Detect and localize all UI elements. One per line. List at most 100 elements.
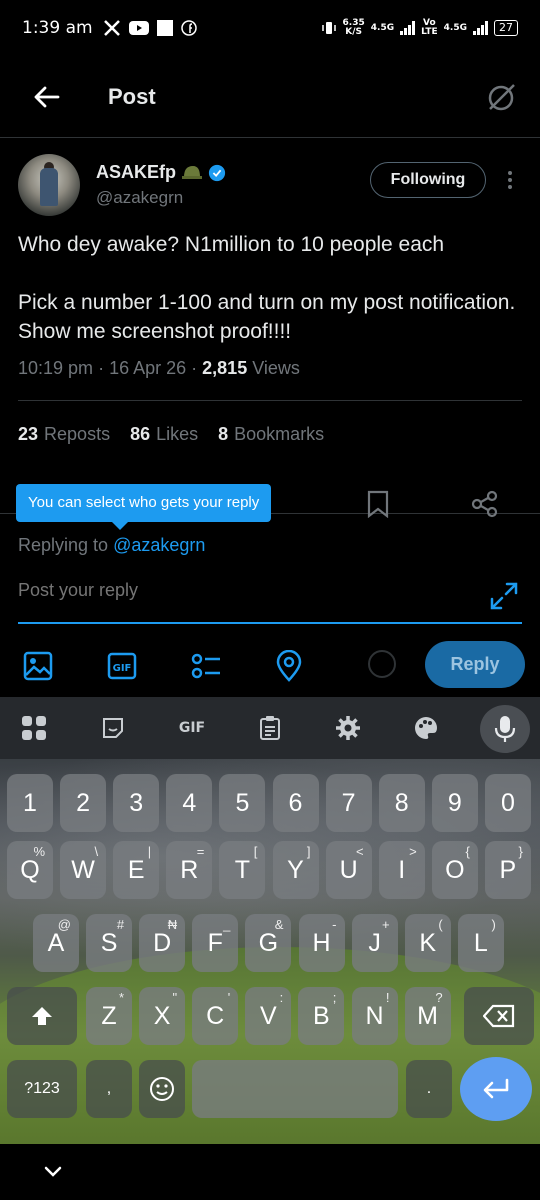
replying-handle[interactable]: @azakegrn [113,535,205,555]
key-5[interactable]: 5 [219,774,266,832]
key-y[interactable]: Y] [272,841,319,899]
key-2[interactable]: 2 [60,774,107,832]
key-n[interactable]: N! [351,987,398,1045]
key-r[interactable]: R = [166,841,213,899]
reply-button[interactable]: Reply [425,641,525,688]
key-7-label: 7 [341,788,356,817]
key-e-label: E [127,855,145,884]
key-i-alt-symbol: > [409,844,417,859]
key-h-label: H [312,928,331,957]
key-y-label: Y [287,855,304,884]
key-j[interactable]: J + [351,914,398,972]
reposts-stat[interactable]: 23 Reposts [18,424,110,445]
author-display-name[interactable]: ASAKEfp [96,162,176,183]
key-w[interactable]: W \ [60,841,107,899]
post-date[interactable]: 16 Apr 26 [109,358,186,378]
grok-button[interactable] [484,79,520,115]
key-1[interactable]: 1 [7,774,53,832]
key-h-alt-symbol: - [332,917,337,932]
chevron-down-icon[interactable] [40,1158,66,1184]
key-d[interactable]: D ₦ [139,914,186,972]
keyboard: GIF 1 2 3 4 5 6 7 8 9 0 Q% W \ E | R = T[Y] U < I > O{P} A @ S # D ₦… [0,697,540,1144]
key-3[interactable]: 3 [113,774,160,832]
key-e[interactable]: E | [113,841,160,899]
key-0[interactable]: 0 [484,774,531,832]
space-key[interactable] [192,1060,398,1118]
following-button[interactable]: Following [370,162,486,198]
key-g[interactable]: G & [245,914,292,972]
helmet-emoji-icon [182,165,202,179]
comma-key[interactable]: , [86,1060,132,1118]
gif-icon[interactable]: GIF [106,650,138,682]
symbols-key[interactable]: ?123 [7,1060,77,1118]
avatar[interactable] [18,154,80,216]
expand-icon [490,582,518,610]
key-o-label: O [445,855,465,884]
author-handle[interactable]: @azakegrn [96,188,183,208]
apps-grid-icon[interactable] [16,711,52,745]
key-w-label: W [71,855,95,884]
key-m[interactable]: M? [404,987,451,1045]
navigation-bar [0,1144,540,1200]
clipboard-icon[interactable] [252,711,288,745]
key-c-label: C [206,1001,225,1030]
key-6[interactable]: 6 [272,774,319,832]
keyboard-gif-button[interactable]: GIF [174,711,210,745]
author-name-row: ASAKEfp [96,162,226,183]
key-s[interactable]: S # [86,914,133,972]
key-l[interactable]: L) [457,914,504,972]
microphone-button[interactable] [480,705,530,753]
key-a-label: A [47,928,65,957]
key-h[interactable]: H- [298,914,345,972]
reply-audience-tooltip[interactable]: You can select who gets your reply [16,484,272,530]
key-o[interactable]: O{ [431,841,478,899]
enter-key[interactable] [460,1057,532,1121]
settings-gear-icon[interactable] [330,711,366,745]
battery-icon: 27 [494,20,518,36]
theme-palette-icon[interactable] [408,711,444,745]
key-i[interactable]: I > [378,841,425,899]
backspace-key[interactable] [464,987,534,1045]
key-4[interactable]: 4 [166,774,213,832]
key-5-label: 5 [235,788,250,817]
signal-icon-2 [473,21,488,35]
key-a[interactable]: A @ [33,914,79,972]
expand-button[interactable] [488,580,520,612]
key-v-label: V [259,1001,277,1030]
key-m-label: M [417,1001,438,1030]
key-u-label: U [339,855,358,884]
key-7[interactable]: 7 [325,774,372,832]
post-time[interactable]: 10:19 pm [18,358,93,378]
key-f[interactable]: F _ [192,914,239,972]
key-8-label: 8 [394,788,409,817]
location-icon[interactable] [273,650,305,682]
key-8[interactable]: 8 [378,774,425,832]
bookmarks-stat[interactable]: 8 Bookmarks [218,424,324,445]
key-u[interactable]: U < [325,841,372,899]
key-b[interactable]: B; [298,987,345,1045]
likes-stat[interactable]: 86 Likes [130,424,198,445]
key-v[interactable]: V: [245,987,292,1045]
key-q-label: Q [20,855,40,884]
symbols-key-label: ?123 [24,1080,60,1097]
more-options-icon[interactable] [502,168,518,192]
image-icon[interactable] [22,650,54,682]
key-k[interactable]: K( [404,914,451,972]
share-icon[interactable] [470,490,500,518]
bookmark-icon[interactable] [366,490,390,518]
reply-input[interactable] [18,580,488,601]
key-x[interactable]: X " [139,987,186,1045]
emoji-key[interactable] [139,1060,185,1118]
key-p[interactable]: P} [484,841,531,899]
key-9[interactable]: 9 [431,774,478,832]
period-key[interactable]: . [406,1060,452,1118]
sticker-icon[interactable] [95,711,131,745]
shift-key[interactable] [7,987,77,1045]
key-d-alt-symbol: ₦ [167,917,178,932]
key-z[interactable]: Z * [86,987,132,1045]
poll-icon[interactable] [190,650,222,682]
key-t[interactable]: T[ [219,841,266,899]
key-c[interactable]: C ' [192,987,239,1045]
key-q[interactable]: Q% [7,841,53,899]
back-button[interactable] [24,75,68,119]
